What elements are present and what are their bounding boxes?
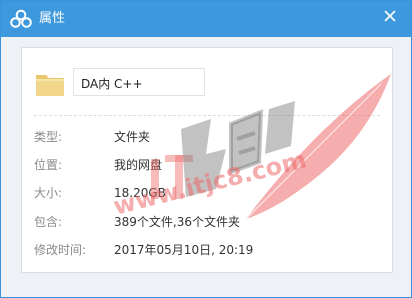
- cloud-logo-icon: [10, 9, 32, 28]
- size-value: 18.20GB: [114, 186, 166, 200]
- properties-dialog: 属性 DA内 C++ 类型: 文件夹 位置: 我的网盘 大小: 18.20GB: [0, 0, 412, 298]
- file-name-box: DA内 C++: [73, 68, 205, 96]
- type-label: 类型:: [34, 130, 63, 144]
- contains-value: 389个文件,36个文件夹: [114, 215, 240, 229]
- properties-panel: DA内 C++ 类型: 文件夹 位置: 我的网盘 大小: 18.20GB 包含:…: [21, 47, 393, 273]
- type-value: 文件夹: [114, 130, 151, 144]
- close-icon[interactable]: [381, 7, 399, 25]
- modified-label: 修改时间:: [34, 243, 87, 257]
- divider: [34, 115, 380, 116]
- contains-label: 包含:: [34, 215, 63, 229]
- location-value: 我的网盘: [114, 158, 163, 172]
- folder-icon: [36, 75, 64, 96]
- title-bar: 属性: [1, 1, 411, 37]
- size-label: 大小:: [34, 186, 63, 200]
- dialog-title: 属性: [39, 11, 66, 26]
- file-name: DA内 C++: [81, 77, 143, 91]
- location-label: 位置:: [34, 158, 63, 172]
- modified-value: 2017年05月10日, 20:19: [114, 243, 254, 257]
